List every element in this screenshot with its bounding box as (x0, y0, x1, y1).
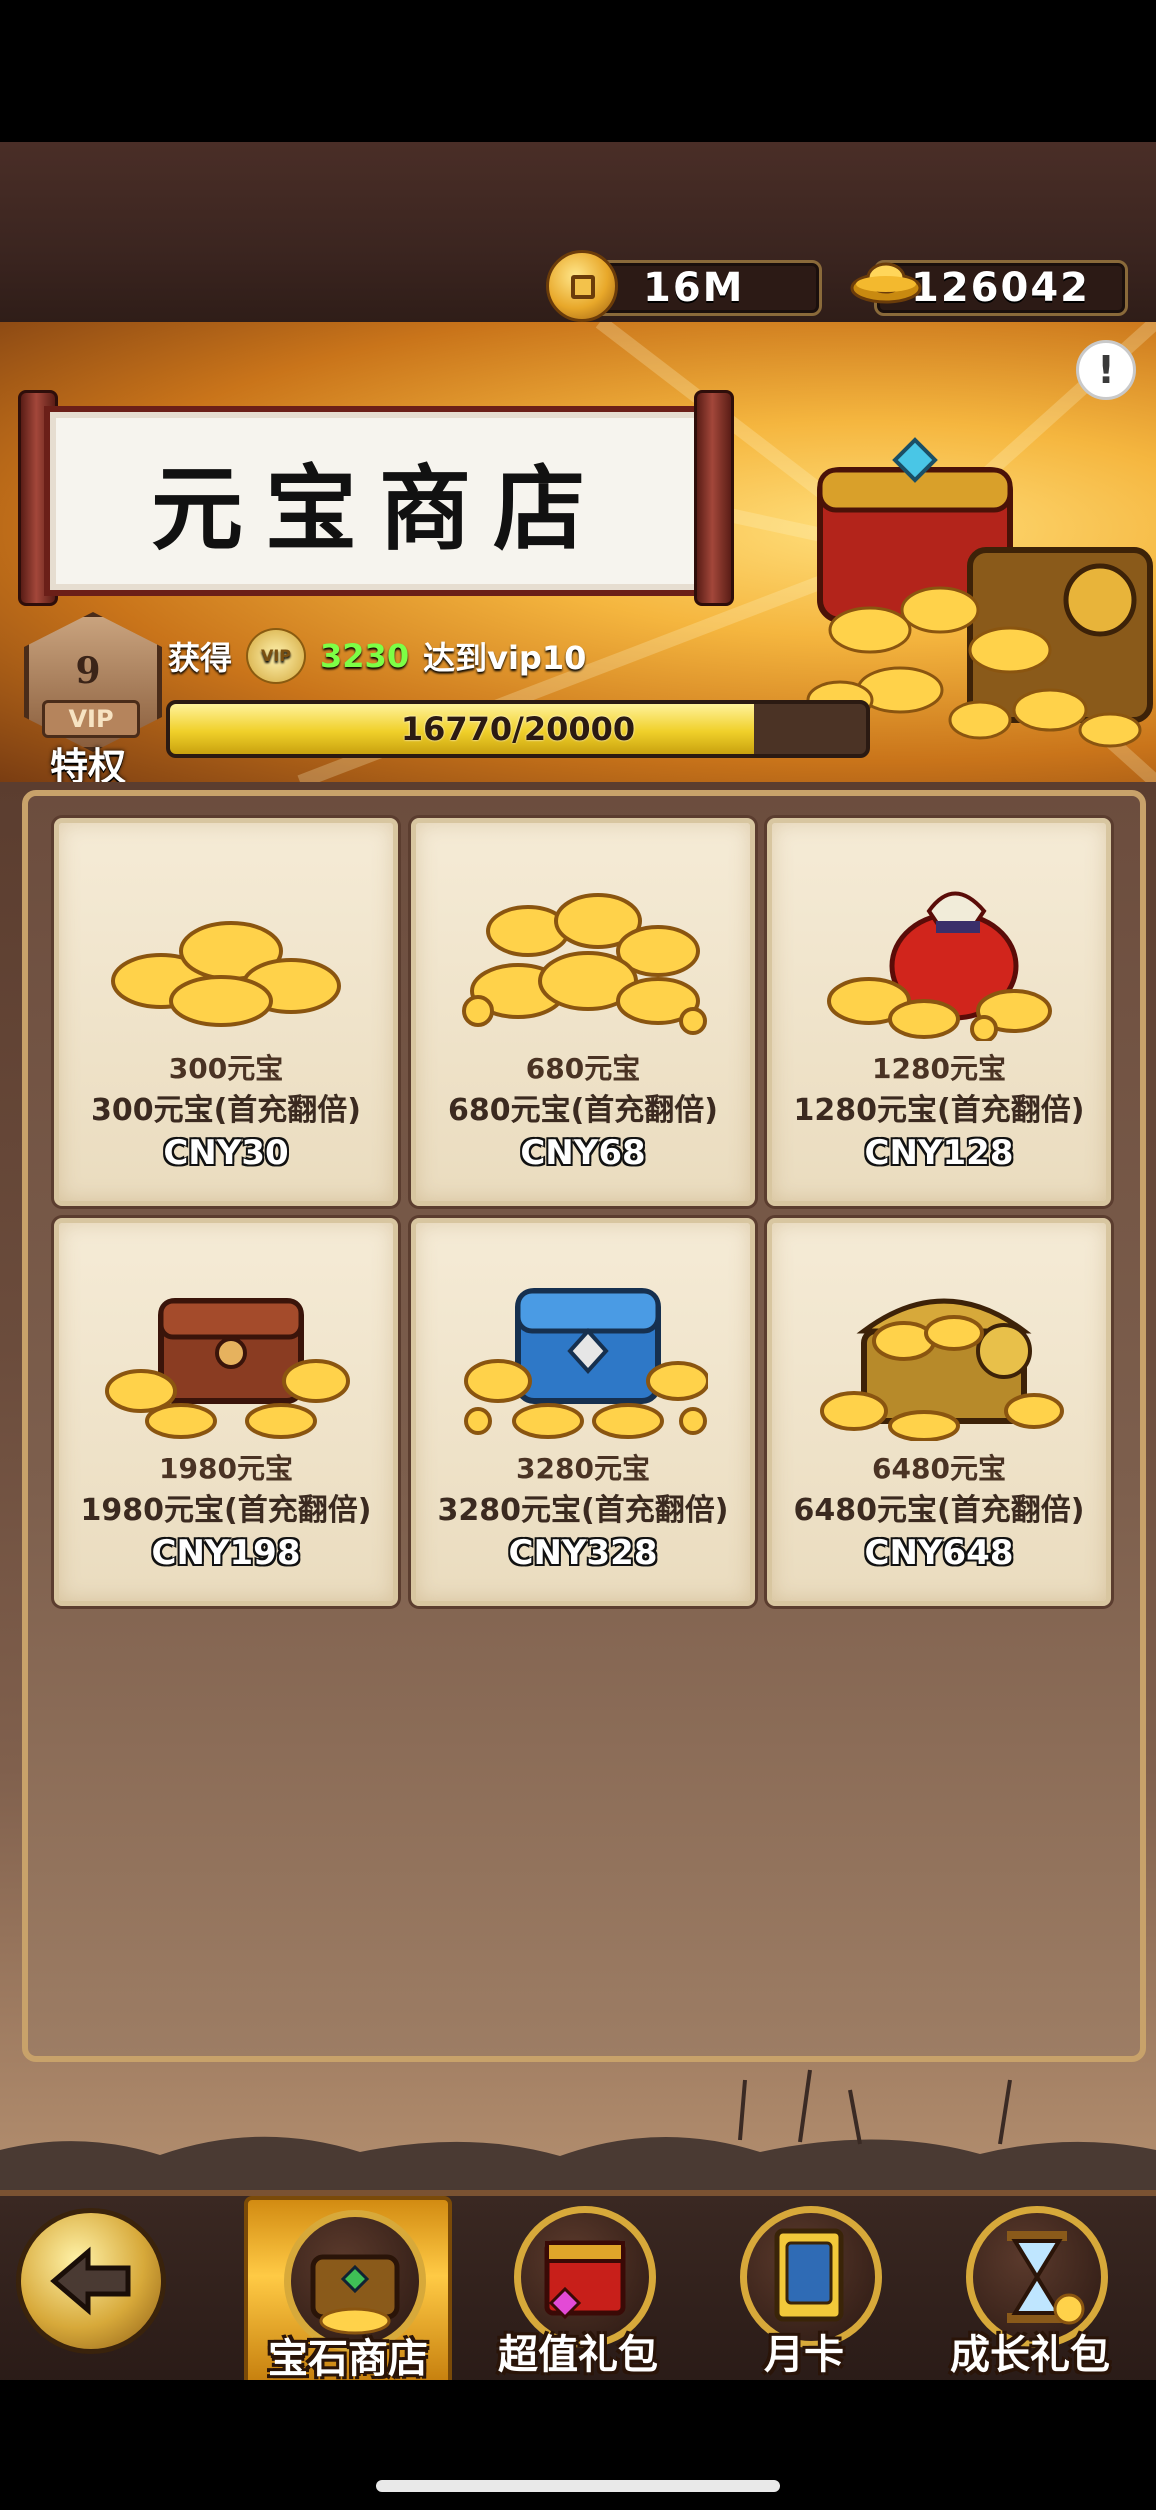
product-card[interactable]: 6480元宝 6480元宝(首充翻倍) CNY648 (767, 1218, 1111, 1606)
golden-chest-icon (820, 1298, 1064, 1441)
product-description: 1980元宝(首充翻倍) (80, 1493, 372, 1528)
ingot-pile-icon (462, 893, 707, 1035)
product-description: 680元宝(首充翻倍) (447, 1093, 719, 1128)
vip-progress-text: 16770/20000 (400, 710, 636, 748)
product-name: 1980元宝 (159, 1452, 293, 1485)
product-price: CNY328 (508, 1533, 658, 1573)
product-card[interactable]: 1980元宝 1980元宝(首充翻倍) CNY198 (54, 1218, 398, 1606)
product-price: CNY128 (864, 1133, 1014, 1173)
product-price: CNY30 (163, 1133, 289, 1173)
scroll-rod-right (694, 390, 734, 606)
product-name: 3280元宝 (516, 1452, 650, 1485)
product-card[interactable]: 300元宝 300元宝(首充翻倍) CNY30 (54, 818, 398, 1206)
vip-progress-target: 达到vip10 (423, 639, 587, 677)
vip-badge[interactable]: 9 VIP 特权 (14, 612, 162, 789)
product-description: 300元宝(首充翻倍) (90, 1093, 362, 1128)
product-description: 1280元宝(首充翻倍) (793, 1093, 1085, 1128)
product-name: 6480元宝 (872, 1452, 1006, 1485)
product-description: 6480元宝(首充翻倍) (793, 1493, 1085, 1528)
info-button[interactable]: ! (1076, 340, 1136, 400)
product-name: 1280元宝 (872, 1052, 1006, 1085)
gold-coin-icon (546, 250, 618, 322)
tab-value-pack[interactable]: 超值礼包 (478, 2196, 678, 2386)
tab-gem-shop[interactable]: 宝石商店 (244, 2196, 452, 2394)
blue-chest-icon (464, 1288, 708, 1439)
product-price: CNY648 (864, 1533, 1014, 1573)
gold-amount: 16M (643, 265, 745, 311)
shop-title: 元宝商店 (150, 454, 607, 563)
product-price: CNY68 (520, 1133, 646, 1173)
wooden-chest-icon (105, 1298, 350, 1439)
tab-month-card[interactable]: 月卡 (704, 2196, 904, 2386)
shop-title-scroll: 元宝商店 (18, 390, 734, 606)
vip-progress-prefix: 获得 (168, 639, 233, 677)
ingot-amount: 126042 (911, 265, 1090, 311)
vip-progress-amount: 3230 (320, 637, 410, 675)
status-bar-area (0, 0, 1156, 142)
vip-progress-bar: 16770/20000 (166, 700, 870, 758)
back-button[interactable] (16, 2208, 166, 2354)
small-ingot-pile-icon (111, 921, 341, 1027)
tab-growth-pack[interactable]: 成长礼包 (930, 2196, 1130, 2386)
tab-label: 成长礼包 (950, 2332, 1110, 2378)
money-bag-icon (827, 891, 1052, 1041)
vip-point-icon: VIP (246, 628, 307, 684)
battlefield-silhouette (0, 2069, 1156, 2194)
home-indicator[interactable] (376, 2480, 780, 2492)
product-name: 680元宝 (525, 1052, 641, 1085)
scroll-paper: 元宝商店 (44, 406, 714, 596)
tab-label: 月卡 (764, 2332, 844, 2378)
product-name: 300元宝 (168, 1052, 284, 1085)
tab-label: 宝石商店 (268, 2336, 428, 2382)
product-card[interactable]: 3280元宝 3280元宝(首充翻倍) CNY328 (411, 1218, 755, 1606)
product-card[interactable]: 680元宝 680元宝(首充翻倍) CNY68 (411, 818, 755, 1206)
product-card[interactable]: 1280元宝 1280元宝(首充翻倍) CNY128 (767, 818, 1111, 1206)
product-description: 3280元宝(首充翻倍) (437, 1493, 729, 1528)
tab-label: 超值礼包 (498, 2332, 658, 2378)
vip-progress-info: 获得 VIP 3230 达到vip10 (168, 628, 586, 684)
product-price: CNY198 (151, 1533, 301, 1573)
arrow-left-icon (50, 2246, 131, 2316)
ingot-icon (850, 262, 922, 304)
vip-tag: VIP (42, 700, 140, 738)
vip-level: 9 (75, 650, 101, 692)
